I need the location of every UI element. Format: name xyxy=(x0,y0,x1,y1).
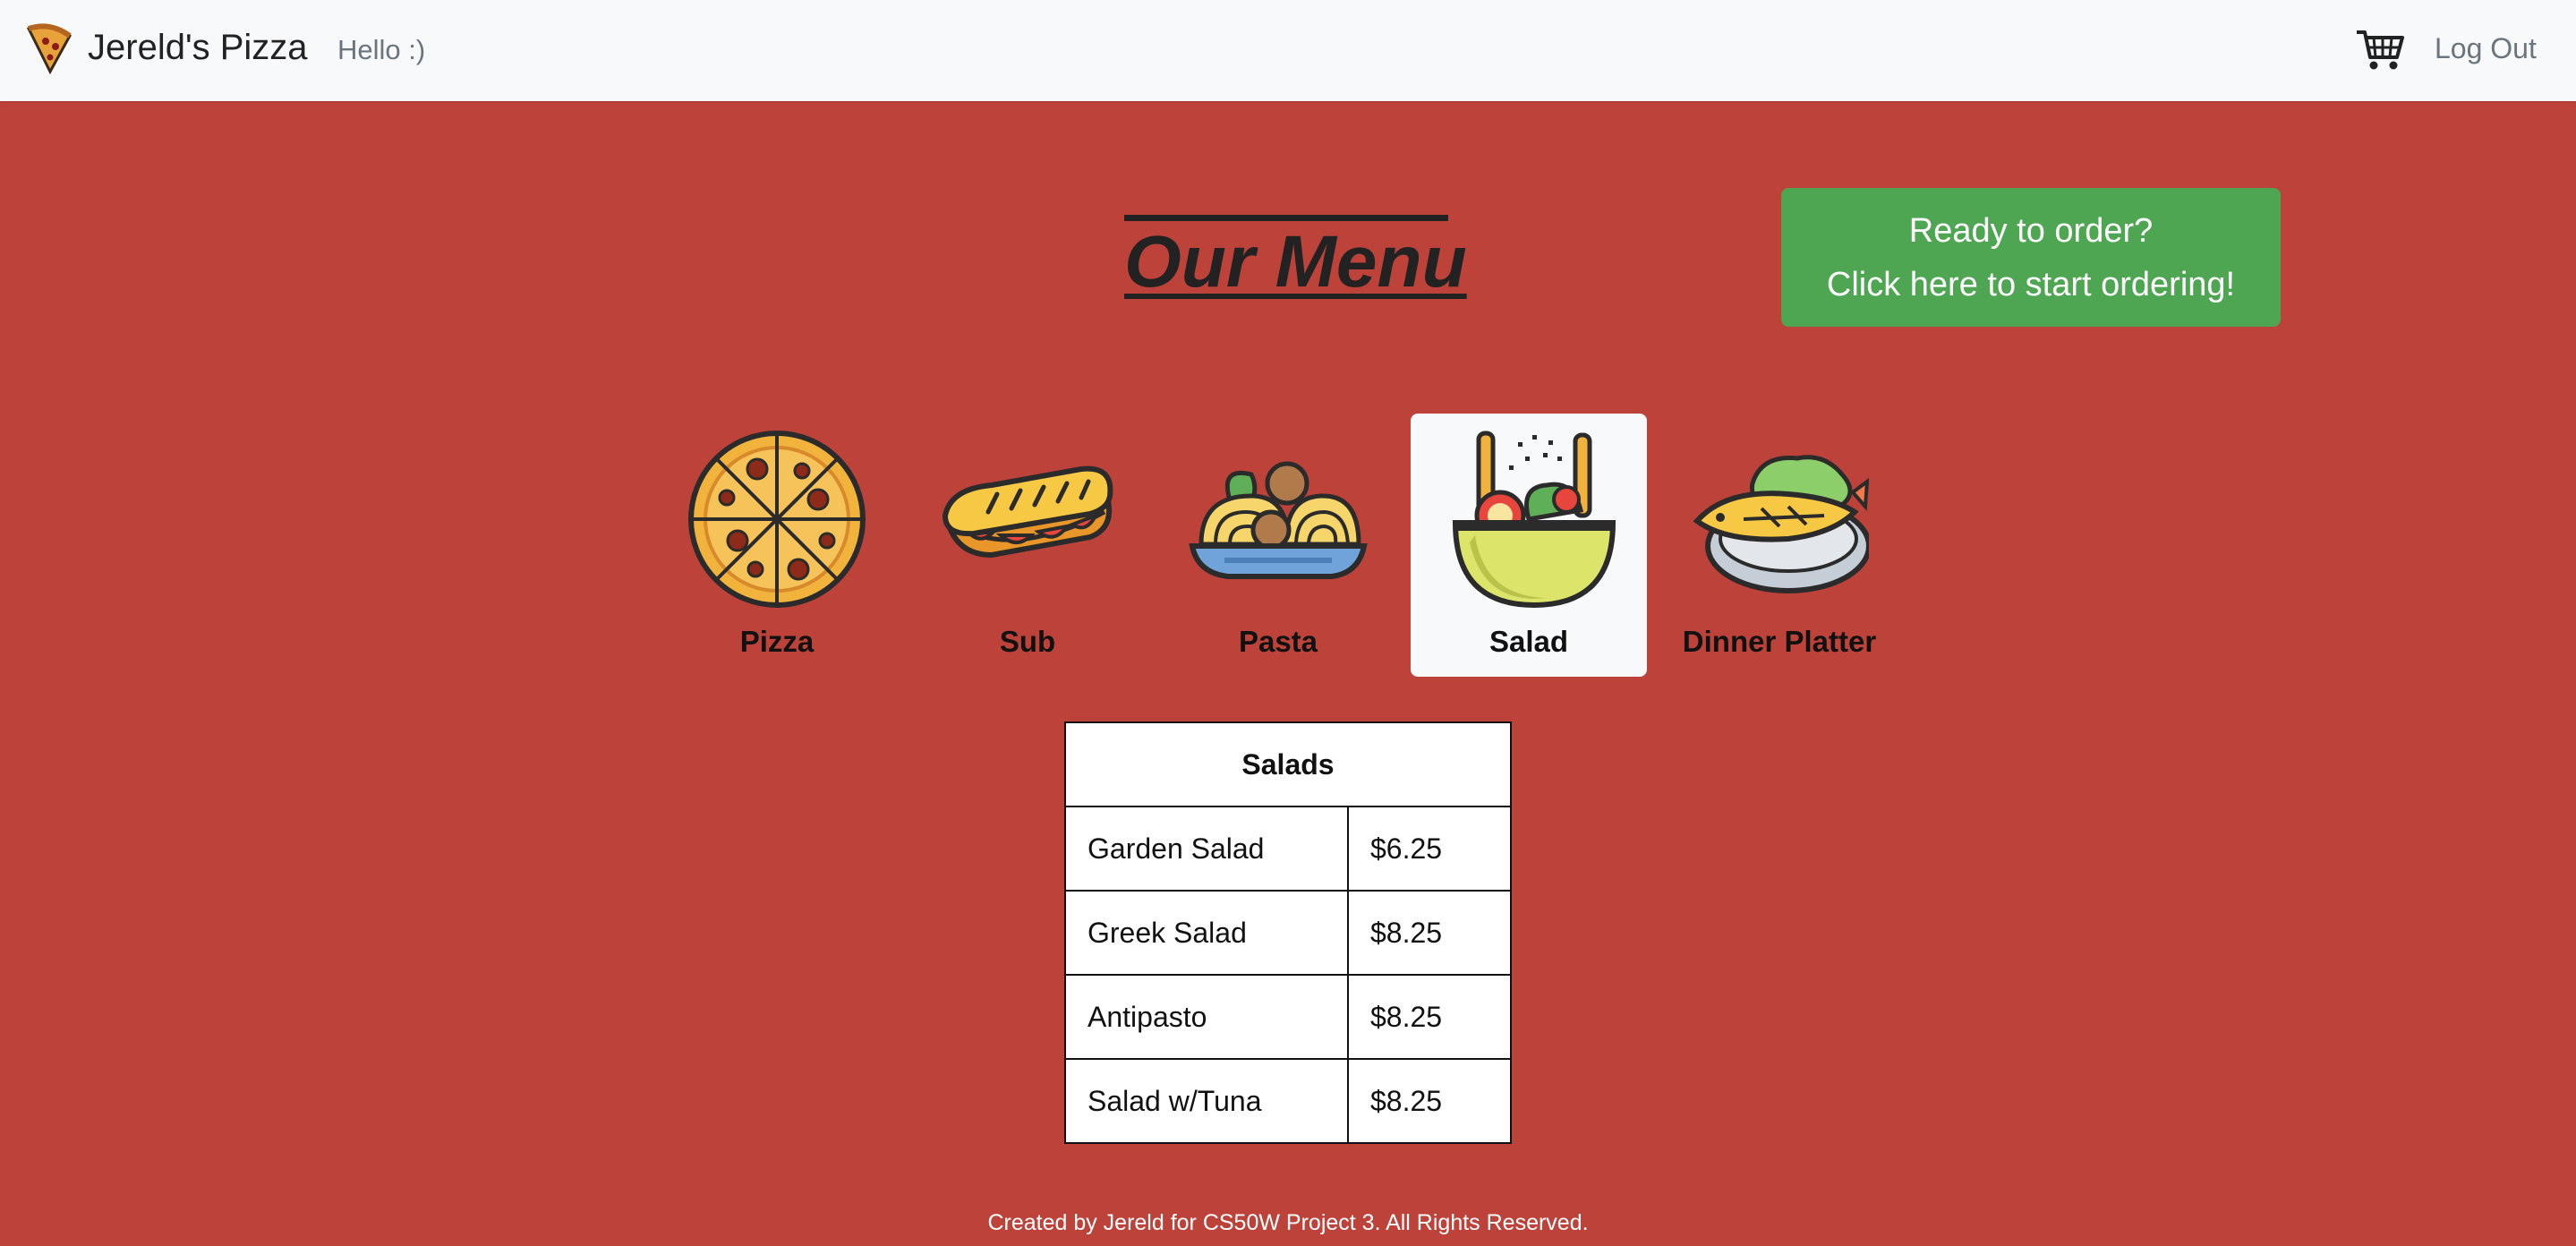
order-button-line2: Click here to start ordering! xyxy=(1826,265,2236,303)
item-name: Garden Salad xyxy=(1064,806,1349,892)
pasta-icon xyxy=(1189,461,1368,579)
item-name: Greek Salad xyxy=(1064,890,1349,976)
footer-text: Created by Jereld for CS50W Project 3. A… xyxy=(987,1210,1589,1235)
item-name: Antipasto xyxy=(1064,974,1349,1060)
sub-sandwich-icon xyxy=(942,465,1113,559)
table-row: Garden Salad $6.25 xyxy=(1064,806,1512,892)
logout-link[interactable]: Log Out xyxy=(2435,30,2537,66)
page-title: Our Menu xyxy=(1124,215,1467,303)
item-price: $8.25 xyxy=(1347,974,1512,1060)
greeting-text: Hello :) xyxy=(337,34,426,65)
category-label: Sub xyxy=(999,625,1056,658)
navbar: Jereld's Pizza Hello :) Log Out xyxy=(0,0,2576,101)
pizza-icon xyxy=(688,431,866,608)
start-ordering-button[interactable]: Ready to order? Click here to start orde… xyxy=(1781,188,2281,327)
category-pasta[interactable]: Pasta xyxy=(1160,414,1396,677)
pizza-slice-icon[interactable] xyxy=(23,21,77,75)
table-header-row: Salads xyxy=(1064,721,1512,807)
fish-platter-icon xyxy=(1693,455,1869,593)
category-dinner-platter[interactable]: Dinner Platter xyxy=(1661,414,1898,677)
table-row: Greek Salad $8.25 xyxy=(1064,890,1512,976)
order-button-line1: Ready to order? xyxy=(1908,211,2154,250)
category-label: Dinner Platter xyxy=(1682,625,1877,658)
item-price: $8.25 xyxy=(1347,890,1512,976)
table-header: Salads xyxy=(1064,721,1512,807)
brand-name[interactable]: Jereld's Pizza xyxy=(88,25,308,70)
table-row: Antipasto $8.25 xyxy=(1064,974,1512,1060)
category-label: Pizza xyxy=(739,625,815,658)
category-label: Salad xyxy=(1488,625,1569,658)
item-price: $8.25 xyxy=(1347,1058,1512,1144)
menu-table: Salads Garden Salad $6.25 Greek Salad $8… xyxy=(1064,721,1512,1144)
category-salad[interactable]: Salad xyxy=(1411,414,1647,677)
category-sub[interactable]: Sub xyxy=(909,414,1146,677)
salad-icon xyxy=(1452,431,1616,609)
category-pizza[interactable]: Pizza xyxy=(659,414,895,677)
table-row: Salad w/Tuna $8.25 xyxy=(1064,1058,1512,1144)
item-price: $6.25 xyxy=(1347,806,1512,892)
item-name: Salad w/Tuna xyxy=(1064,1058,1349,1144)
cart-icon[interactable] xyxy=(2354,23,2406,75)
category-label: Pasta xyxy=(1238,625,1318,658)
